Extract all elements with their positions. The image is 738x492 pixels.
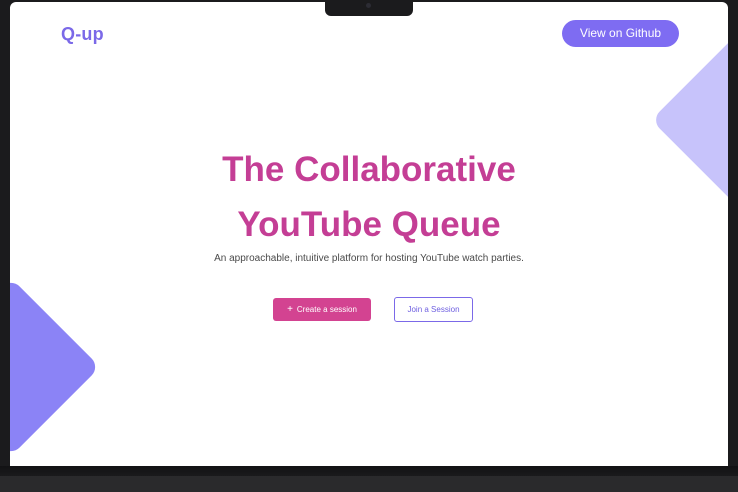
join-session-button[interactable]: Join a Session [394,297,473,322]
plus-icon: + [287,303,293,315]
browser-viewport: Q-up View on Github The Collaborative Yo… [10,2,728,466]
hero-title-line-2: YouTube Queue [237,205,501,244]
camera-icon [366,3,371,8]
view-on-github-button[interactable]: View on Github [562,20,679,47]
camera-notch [325,2,413,16]
hero-title-line-1: The Collaborative [222,150,516,189]
laptop-base [0,476,738,492]
create-session-button[interactable]: + Create a session [273,298,371,321]
logo[interactable]: Q-up [61,24,104,45]
laptop-frame: Q-up View on Github The Collaborative Yo… [0,0,738,492]
hero-title: The Collaborative YouTube Queue [10,142,728,252]
hero-subtitle: An approachable, intuitive platform for … [214,253,524,264]
decorative-shape-left [10,277,101,457]
create-session-label: Create a session [296,305,357,314]
